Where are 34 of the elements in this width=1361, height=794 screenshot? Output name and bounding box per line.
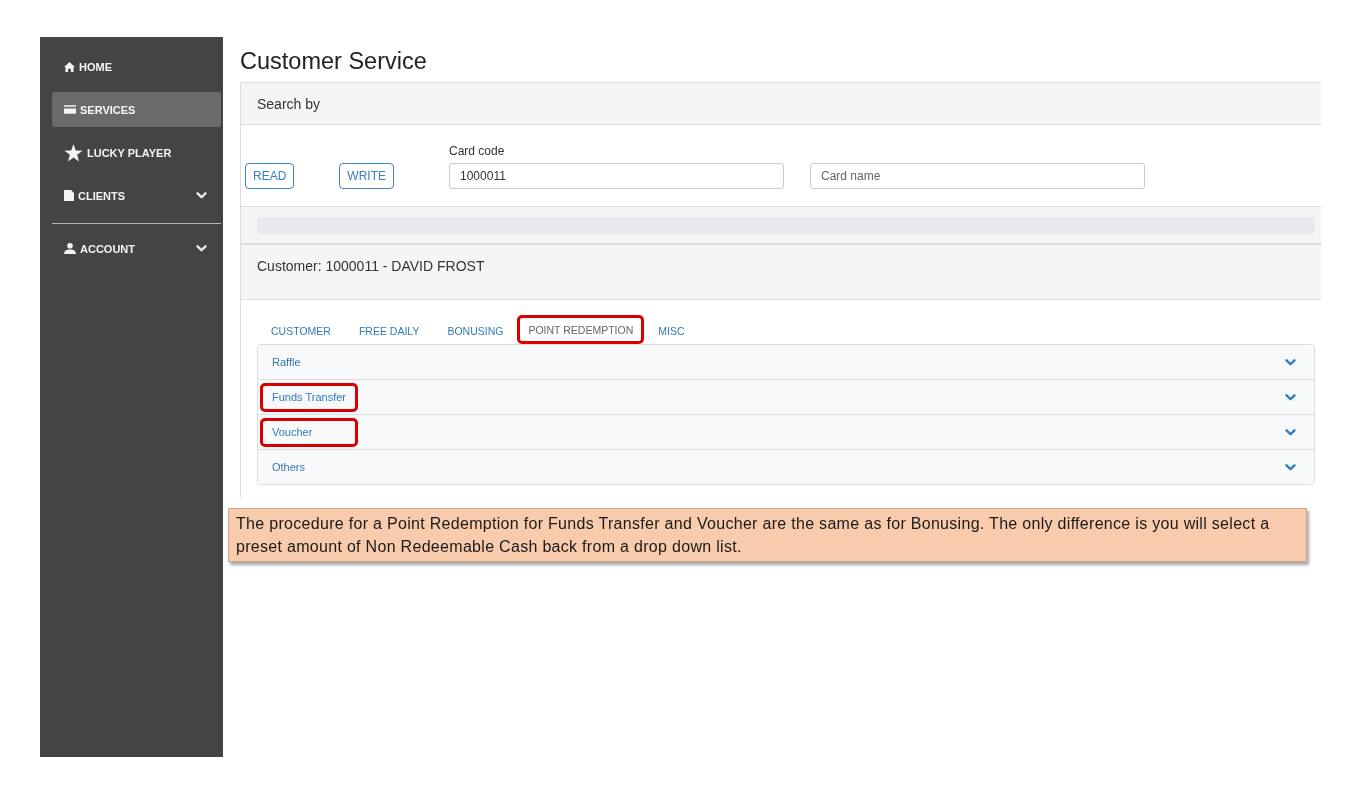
star-icon [64, 143, 83, 162]
sidebar-item[interactable]: ACCOUNT [52, 231, 221, 266]
field-label: Card code [449, 144, 505, 158]
sidebar-item[interactable]: HOME [52, 49, 221, 84]
tab[interactable]: CUSTOMER [257, 315, 345, 344]
home-icon [64, 61, 75, 72]
user-icon [64, 243, 76, 254]
input-field[interactable]: Card name [810, 163, 1145, 189]
book-icon [64, 190, 74, 201]
page-title: Customer Service [240, 47, 428, 75]
accordion-header[interactable]: Funds Transfer [258, 379, 1314, 414]
read-button[interactable]: READ [245, 163, 295, 189]
accordion-title: Funds Transfer [260, 382, 358, 412]
tab[interactable]: BONUSING [433, 315, 518, 344]
tab[interactable]: MISC [644, 315, 699, 344]
accordion-header[interactable]: Others [258, 449, 1314, 484]
tab[interactable]: POINT REDEMPTION [517, 315, 645, 344]
sidebar-item[interactable]: CLIENTS [52, 178, 221, 213]
chevron-down-icon [196, 245, 207, 252]
accordion-title: Raffle [271, 354, 302, 370]
panel-heading: Search by [241, 83, 1321, 125]
chevron-down-icon [196, 192, 207, 199]
accordion-title: Others [271, 459, 306, 475]
accordion-header[interactable]: Voucher [258, 414, 1314, 449]
accordion-title: Voucher [260, 417, 358, 447]
note-callout: The procedure for a Point Redemption for Funds Transfer and Voucher are the same as for Bonusing. The only difference is you will select a preset amount of Non Redeemable Cash back from a drop down list. [228, 508, 1307, 562]
card-icon [64, 105, 76, 114]
write-button[interactable]: WRITE [339, 163, 394, 189]
sidebar-item[interactable]: SERVICES [52, 92, 221, 127]
accordion-header[interactable]: Raffle [258, 345, 1314, 379]
input-field[interactable]: 1000011 [449, 163, 784, 189]
panel-heading: Customer: 1000011 - DAVID FROST [241, 245, 1321, 300]
sidebar-item[interactable]: LUCKY PLAYER [52, 135, 221, 170]
tab[interactable]: FREE DAILY [344, 315, 434, 344]
